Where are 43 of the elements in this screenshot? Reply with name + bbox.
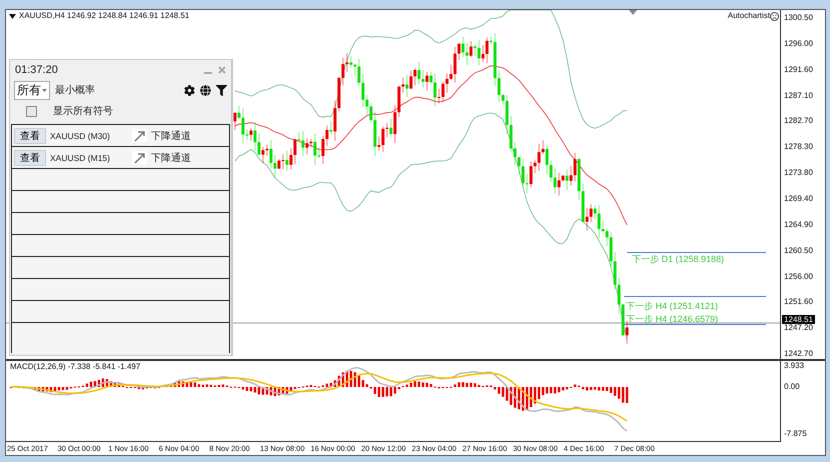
macd-label: MACD(12,26,9) -7.338 -5.841 -1.497 xyxy=(10,362,140,371)
price-label: 1291.60 xyxy=(784,64,813,75)
price-label: 1278.30 xyxy=(784,142,813,152)
level-label: 下一步 H4 (1251.4121) xyxy=(626,301,718,311)
view-button[interactable]: 查看 xyxy=(14,150,46,166)
level-label: 下一步 D1 (1258.9188) xyxy=(632,254,724,264)
macd-axis-label: -7.875 xyxy=(784,429,807,439)
symbol-text: XAUUSD (M15) xyxy=(50,152,111,162)
pattern-text: 下降通道 xyxy=(151,130,191,142)
price-label: 1247.20 xyxy=(784,323,813,334)
macd-axis-label: 3.933 xyxy=(784,361,804,371)
current-price-tag: 1248.51 xyxy=(782,315,815,324)
filter-icon[interactable] xyxy=(216,84,227,96)
chart-dropdown-icon[interactable] xyxy=(9,14,16,19)
checkbox[interactable] xyxy=(26,106,37,116)
filter-dropdown[interactable]: 所有 xyxy=(14,80,50,100)
price-label: 1256.00 xyxy=(784,272,813,282)
autochartist-label: Autochartist xyxy=(728,11,770,20)
price-label: 1260.50 xyxy=(784,246,813,256)
level-label: 下一步 H4 (1246.6579) xyxy=(626,314,718,324)
view-button[interactable]: 查看 xyxy=(14,128,46,144)
globe-icon[interactable] xyxy=(200,84,211,96)
price-label: 1287.10 xyxy=(784,90,813,101)
pattern-text: 下降通道 xyxy=(151,152,191,164)
price-label: 1264.90 xyxy=(784,220,813,230)
price-label: 1273.80 xyxy=(784,168,813,178)
settings-icon[interactable] xyxy=(184,84,195,96)
price-label: 1300.50 xyxy=(784,13,813,23)
marker-icon xyxy=(629,10,637,15)
macd-axis-label: 0.00 xyxy=(784,382,800,392)
arrow-icon xyxy=(132,129,147,142)
chart-header: XAUUSD,H4 1246.92 1248.84 1246.91 1248.51 xyxy=(19,11,190,20)
clock-text: 01:37:20 xyxy=(15,64,59,76)
price-label: 1251.60 xyxy=(784,297,813,308)
symbol-text: XAUUSD (M30) xyxy=(50,130,111,140)
price-label: 1242.70 xyxy=(784,349,813,360)
price-label: 1269.40 xyxy=(784,194,813,204)
checkbox-label: 显示所有符号 xyxy=(53,104,113,118)
caret-icon xyxy=(42,88,47,92)
price-label: 1296.00 xyxy=(784,38,813,49)
arrow-icon xyxy=(132,151,147,164)
price-label: 1282.70 xyxy=(784,116,813,126)
filter-label: 最小概率 xyxy=(55,84,96,97)
